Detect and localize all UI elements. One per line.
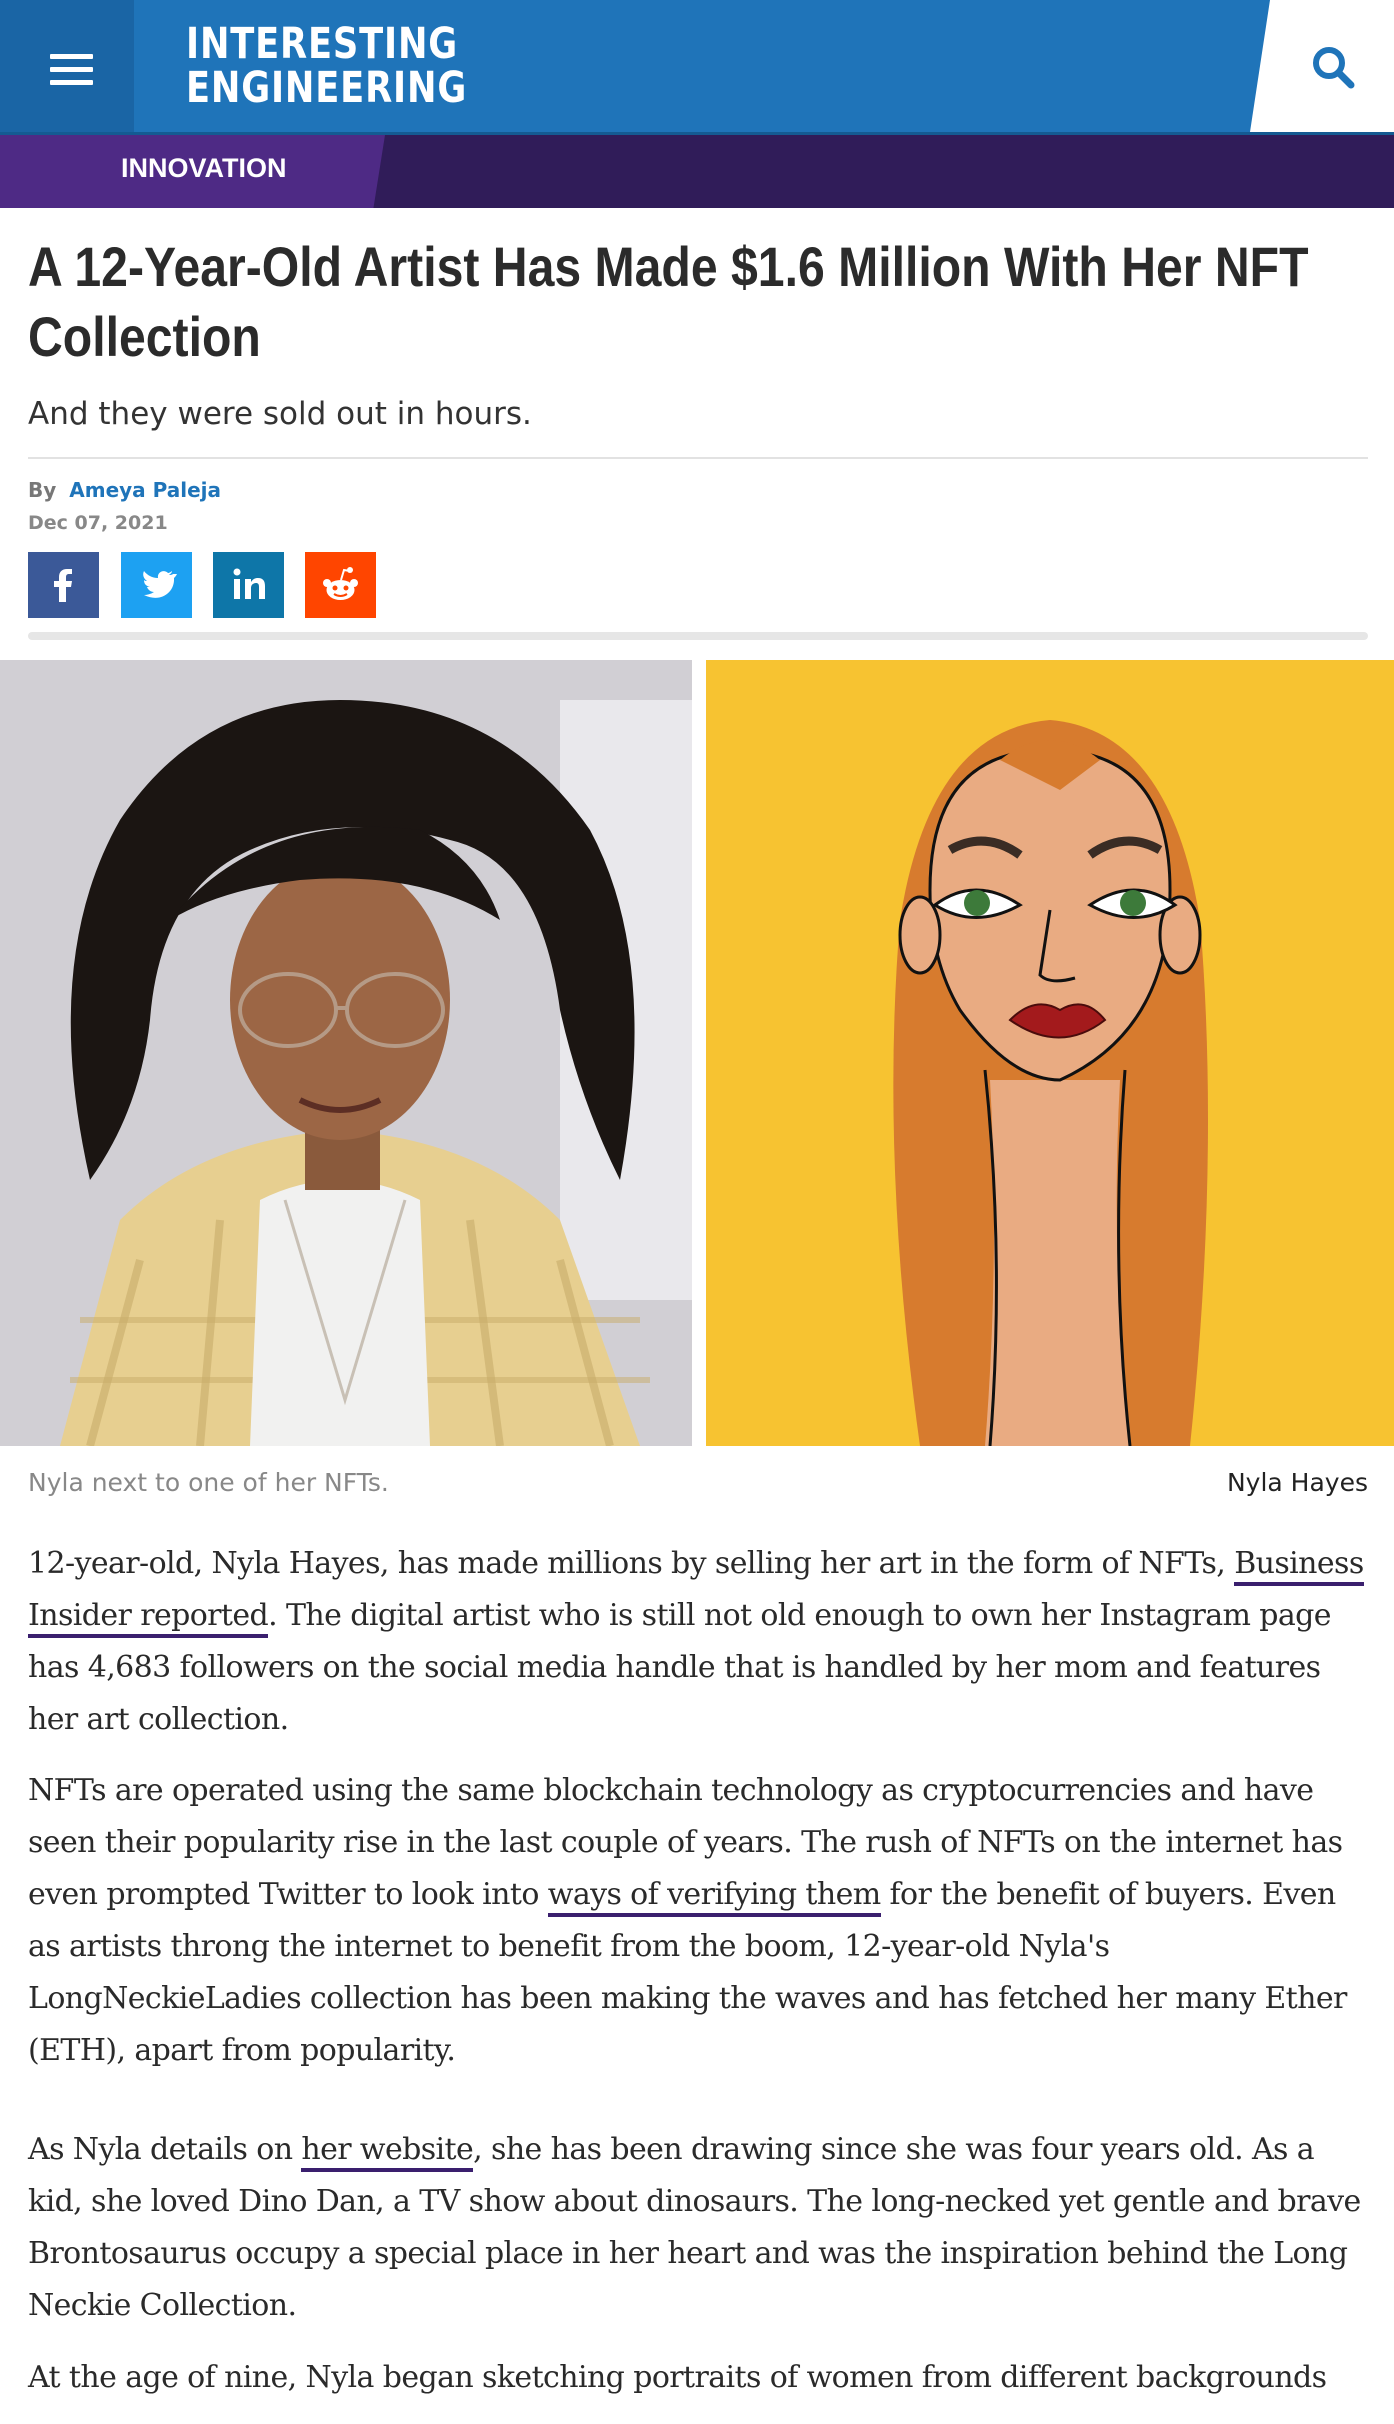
divider-thick	[28, 632, 1368, 640]
share-linkedin-button[interactable]	[213, 552, 284, 618]
share-twitter-button[interactable]	[121, 552, 192, 618]
hamburger-icon-bar	[50, 67, 93, 72]
facebook-icon	[54, 569, 72, 602]
twitter-icon	[143, 571, 177, 598]
by-label: By	[28, 478, 57, 502]
hamburger-icon-bar	[50, 80, 93, 85]
nyla-photo	[0, 660, 692, 1446]
article-subtitle: And they were sold out in hours.	[28, 396, 532, 432]
reddit-icon	[323, 567, 358, 600]
share-reddit-button[interactable]	[305, 552, 376, 618]
article-paragraph: 12-year-old, Nyla Hayes, has made millio…	[28, 1538, 1373, 1746]
her-website-link[interactable]: her website	[301, 2132, 474, 2172]
share-facebook-button[interactable]	[28, 552, 99, 618]
section-bar: INNOVATION	[0, 135, 1394, 208]
paragraph-text: At the age of nine, Nyla began sketching…	[28, 2360, 1327, 2395]
image-caption: Nyla next to one of her NFTs.	[28, 1468, 389, 1497]
nft-artwork	[706, 660, 1394, 1446]
paragraph-text: As Nyla details on	[28, 2132, 302, 2167]
search-icon	[1313, 47, 1355, 89]
article-title: A 12-Year-Old Artist Has Made $1.6 Milli…	[28, 235, 1309, 368]
site-header: INTERESTING ENGINEERING	[0, 0, 1394, 135]
section-tab[interactable]: INNOVATION	[0, 135, 385, 208]
linkedin-icon	[233, 568, 265, 599]
hamburger-icon	[50, 54, 93, 59]
search-button[interactable]	[1250, 0, 1394, 132]
article-paragraph: NFTs are operated using the same blockch…	[28, 1765, 1373, 2077]
menu-button[interactable]	[0, 0, 134, 132]
verifying-nfts-link[interactable]: ways of verifying them	[547, 1877, 881, 1917]
article-hero-image	[0, 660, 1394, 1446]
article-paragraph: As Nyla details on her website, she has …	[28, 2124, 1373, 2332]
byline: By Ameya Paleja	[28, 478, 221, 502]
logo-line-2: ENGINEERING	[186, 63, 468, 113]
publish-date: Dec 07, 2021	[28, 512, 168, 534]
author-link[interactable]: Ameya Paleja	[69, 478, 221, 502]
divider	[28, 457, 1368, 459]
article-paragraph: At the age of nine, Nyla began sketching…	[28, 2352, 1373, 2404]
section-label: INNOVATION	[121, 153, 287, 183]
paragraph-text: 12-year-old, Nyla Hayes, has made millio…	[28, 1546, 1235, 1581]
site-logo[interactable]: INTERESTING ENGINEERING	[186, 22, 467, 110]
image-credit: Nyla Hayes	[1226, 1468, 1368, 1497]
logo-line-1: INTERESTING	[186, 19, 459, 69]
